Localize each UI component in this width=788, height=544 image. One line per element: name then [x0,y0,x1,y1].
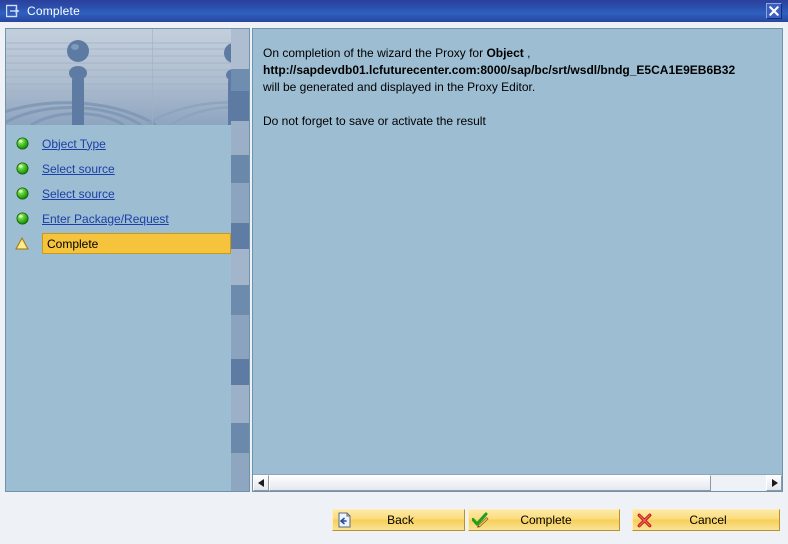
roadmap-panel: Object Type Select source Select source … [5,28,250,492]
back-button[interactable]: Back [332,509,465,531]
message-spacer [263,96,780,113]
red-x-icon [635,511,653,529]
cancel-button-label: Cancel [689,513,727,527]
wizard-body: Object Type Select source Select source … [0,22,788,500]
content-panel: On completion of the wizard the Proxy fo… [252,28,783,492]
close-icon[interactable] [766,3,782,19]
complete-button-label: Complete [520,513,572,527]
green-sphere-icon [14,161,30,177]
roadmap-step-label: Object Type [42,136,106,151]
message-line-4: Do not forget to save or activate the re… [263,114,486,128]
water-droplet-ripple-banner [6,29,249,125]
title-bar: Complete [0,0,788,22]
horizontal-scroll-thumb[interactable] [269,475,712,491]
footer-button-row: Back Complete Cancel [332,509,780,531]
cancel-button[interactable]: Cancel [632,509,780,531]
wizard-window-icon [6,4,21,18]
scroll-left-arrow-icon[interactable] [253,475,269,491]
roadmap-step-label: Enter Package/Request [42,211,169,226]
back-button-label: Back [387,513,414,527]
scroll-right-arrow-icon[interactable] [766,475,782,491]
horizontal-scroll-track[interactable] [269,475,766,491]
wsdl-url-text: http://sapdevdb01.lcfuturecenter.com:800… [263,63,736,77]
message-wsdl-url: http://sapdevdb01.lcfuturecenter.com:800… [263,62,780,79]
roadmap-step-label: Select source [42,161,115,176]
message-line-1-prefix: On completion of the wizard the Proxy fo… [263,46,487,60]
back-document-icon [335,511,353,529]
roadmap-step-label: Complete [47,236,99,251]
window-title: Complete [27,4,80,18]
yellow-warning-triangle-icon [14,236,30,252]
message-line-1-suffix: , [523,46,531,60]
roadmap-step-select-source-1[interactable]: Select source [6,156,231,181]
roadmap-step-select-source-2[interactable]: Select source [6,181,231,206]
completion-message: On completion of the wizard the Proxy fo… [263,45,780,130]
roadmap-step-list: Object Type Select source Select source … [6,127,231,256]
roadmap-step-enter-package-request[interactable]: Enter Package/Request [6,206,231,231]
roadmap-step-object-type[interactable]: Object Type [6,131,231,156]
message-line-3: will be generated and displayed in the P… [263,80,536,94]
green-check-pencil-icon [471,511,489,529]
wizard-window: Complete Object Type Select source Selec… [0,0,788,544]
green-sphere-icon [14,211,30,227]
green-sphere-icon [14,186,30,202]
roadmap-step-complete[interactable]: Complete [6,231,231,256]
message-line-1: On completion of the wizard the Proxy fo… [263,45,780,62]
roadmap-step-label: Select source [42,186,115,201]
complete-button[interactable]: Complete [468,509,620,531]
banner-side-strip [231,29,249,491]
horizontal-scrollbar[interactable] [253,474,782,491]
footer-bar: Back Complete Cancel [0,500,788,544]
message-object-bold: Object [486,46,524,60]
green-sphere-icon [14,136,30,152]
